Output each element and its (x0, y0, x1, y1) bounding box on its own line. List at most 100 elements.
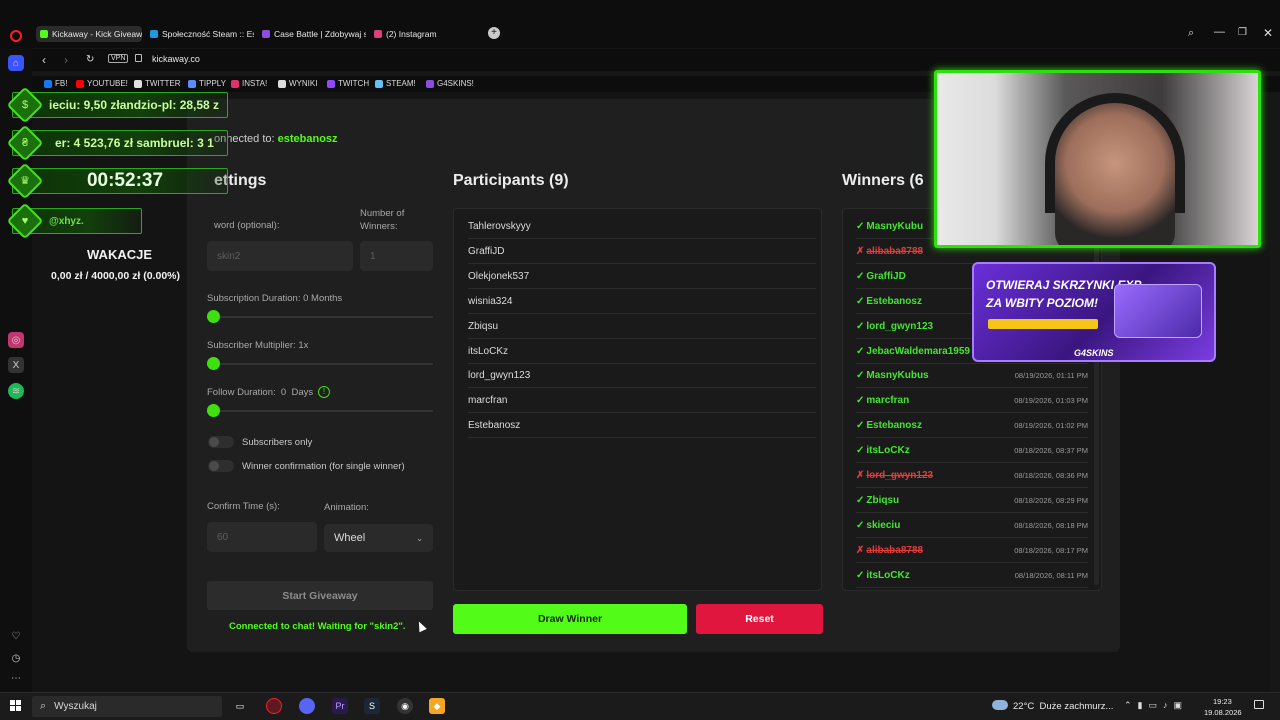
webcam-overlay (934, 70, 1261, 248)
start-giveaway-button[interactable]: Start Giveaway (207, 581, 433, 610)
winner-row: ✓ skieciu 08/18/2026, 08:18 PM (856, 514, 1088, 538)
taskbar-search-box[interactable]: ⌕ Wyszukaj (32, 696, 222, 717)
bookmark-twitch[interactable]: TWITCH (327, 79, 369, 88)
winner-row: ✓ itsLoCKz 08/18/2026, 08:37 PM (856, 439, 1088, 464)
heart-icon[interactable]: ♡ (8, 628, 24, 644)
follow-duration-slider[interactable] (207, 410, 433, 412)
winner-rejected-name: ✗ lord_gwyn123 (856, 470, 933, 481)
confirm-time-input[interactable]: 60 (207, 522, 317, 552)
bookmark-icon (278, 79, 286, 88)
instagram-icon[interactable]: ◎ (8, 332, 24, 348)
app-taskbar-icon[interactable]: ◆ (429, 698, 445, 714)
tab-favicon-icon (40, 30, 48, 38)
subscribers-only-toggle[interactable] (208, 436, 234, 448)
windows-start-icon[interactable] (8, 698, 24, 714)
animation-select[interactable]: Wheel ⌄ (324, 524, 433, 552)
x-icon[interactable]: X (8, 357, 24, 373)
winner-rejected-name: ✗ alibaba8788 (856, 545, 923, 556)
more-icon[interactable]: ⋯ (8, 670, 24, 686)
bookmark-fb[interactable]: FB! (44, 79, 67, 88)
tab-1[interactable]: Kickaway - Kick Giveaway (36, 26, 142, 42)
notifications-icon[interactable] (1254, 700, 1264, 709)
back-icon[interactable]: ‹ (42, 53, 46, 67)
subscription-duration-knob[interactable] (207, 310, 220, 323)
tray-icons[interactable]: ⌃▮▭♪▣ (1124, 700, 1188, 711)
reload-icon[interactable]: ↻ (86, 54, 94, 65)
bookmark-tipply[interactable]: TIPPLY (188, 79, 226, 88)
task-view-icon[interactable]: ▭ (232, 698, 248, 714)
winner-row: ✗ lord_gwyn123 08/18/2026, 08:36 PM (856, 464, 1088, 488)
tab-3[interactable]: Case Battle | Zdobywaj sk (258, 26, 366, 42)
vpn-badge[interactable]: VPN (108, 54, 129, 63)
spotify-icon[interactable]: ≋ (8, 383, 24, 399)
winner-confirmation-toggle[interactable] (208, 460, 234, 472)
url-field[interactable]: kickaway.co (152, 54, 200, 64)
steam-taskbar-icon[interactable]: S (364, 698, 380, 714)
minimize-button[interactable]: — (1214, 26, 1225, 38)
bookmark-g4skins[interactable]: G4SKINS! (426, 79, 474, 88)
bookmark-insta[interactable]: INSTA! (231, 79, 267, 88)
winner-date: 08/18/2026, 08:37 PM (1014, 446, 1088, 456)
history-icon[interactable]: ◷ (8, 650, 24, 666)
clock-time[interactable]: 19:23 (1213, 697, 1232, 706)
draw-winner-button[interactable]: Draw Winner (453, 604, 687, 634)
premiere-taskbar-icon[interactable]: Pr (332, 698, 348, 714)
keyword-input[interactable]: skin2 (207, 241, 353, 271)
winner-confirmed-name: ✓ Zbiqsu (856, 495, 899, 506)
winner-name: alibaba8788 (866, 544, 924, 556)
multiplier-slider[interactable] (207, 363, 433, 365)
weather-text[interactable]: 22°C Duże zachmurz... (1013, 701, 1113, 712)
maximize-button[interactable]: ❐ (1238, 27, 1247, 38)
keyword-label: word (optional): (214, 220, 280, 231)
winner-date: 08/18/2026, 08:18 PM (1014, 520, 1088, 530)
winners-count-label: Number of Winners: (360, 208, 405, 232)
bookmark-youtube[interactable]: YOUTUBE! (76, 79, 128, 88)
winners-title: Winners (6 (842, 172, 924, 189)
follow-duration-knob[interactable] (207, 404, 220, 417)
check-icon: ✓ (856, 420, 865, 432)
promo-progress-bar (988, 319, 1098, 329)
reset-button[interactable]: Reset (696, 604, 823, 634)
discord-taskbar-icon[interactable] (299, 698, 315, 714)
bookmark-label: YOUTUBE! (87, 79, 128, 88)
participant-row: wisnia324 (468, 290, 816, 314)
bookmark-wyniki[interactable]: WYNIKI (278, 79, 317, 88)
winners-count-input[interactable]: 1 (360, 241, 433, 271)
multiplier-knob[interactable] (207, 357, 220, 370)
opera-taskbar-icon[interactable] (266, 698, 282, 714)
check-icon: ✓ (856, 370, 865, 382)
forward-icon[interactable]: › (64, 53, 68, 67)
participant-row: Zbiqsu (468, 315, 816, 339)
bookmark-steam[interactable]: STEAM! (375, 79, 416, 88)
winner-confirmed-name: ✓ JebacWaldemara1959 (856, 346, 970, 357)
info-icon[interactable]: ! (318, 386, 330, 398)
clock-date[interactable]: 19.08.2026 (1204, 708, 1242, 717)
tab-label: Społeczność Steam :: Este (162, 29, 254, 39)
tab-label: Kickaway - Kick Giveaway (52, 29, 142, 39)
bookmark-label: TWITTER (145, 79, 181, 88)
winner-rejected-name: ✗ alibaba8788 (856, 246, 923, 257)
browser-logo-icon[interactable] (10, 30, 22, 42)
search-tabs-icon[interactable]: ⌕ (1188, 27, 1194, 40)
new-tab-button[interactable]: + (488, 27, 500, 39)
participants-title: Participants (9) (453, 172, 569, 189)
address-bar-row (32, 49, 1280, 71)
bookmark-twitter[interactable]: TWITTER (134, 79, 181, 88)
close-window-button[interactable]: ✕ (1263, 26, 1273, 40)
winner-date: 08/18/2026, 08:29 PM (1014, 495, 1088, 505)
multiplier-label: Subscriber Multiplier: 1x (207, 340, 309, 351)
home-icon[interactable]: ⌂ (8, 55, 24, 71)
tab-4[interactable]: (2) Instagram (370, 26, 450, 42)
handle-text: @xhyz. (49, 215, 84, 227)
winner-confirmed-name: ✓ marcfran (856, 395, 909, 406)
winner-confirmation-label: Winner confirmation (for single winner) (242, 461, 405, 472)
bookmark-label: STEAM! (386, 79, 416, 88)
winner-name: alibaba8788 (866, 245, 924, 257)
tab-2[interactable]: Społeczność Steam :: Este (146, 26, 254, 42)
subscription-duration-slider[interactable] (207, 316, 433, 318)
obs-taskbar-icon[interactable]: ◉ (397, 698, 413, 714)
winner-name: lord_gwyn123 (866, 320, 934, 332)
bookmark-icon (375, 79, 383, 88)
winner-date: 08/18/2026, 08:17 PM (1014, 545, 1088, 555)
winner-row: ✓ itsLoCKz 08/18/2026, 08:11 PM (856, 564, 1088, 588)
